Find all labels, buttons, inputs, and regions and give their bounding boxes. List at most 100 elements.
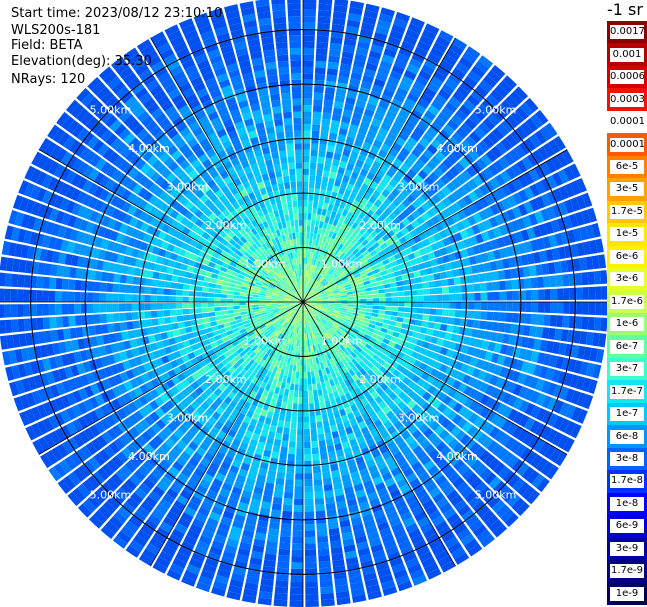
beta-cell	[312, 105, 323, 113]
beta-cell	[233, 305, 240, 310]
beta-cell	[289, 434, 297, 442]
beta-cell	[288, 389, 294, 397]
beta-cell	[126, 275, 134, 285]
beta-cell	[294, 486, 303, 493]
beta-cell	[404, 302, 412, 307]
beta-cell	[328, 451, 337, 459]
beta-cell	[157, 287, 164, 295]
beta-cell	[522, 266, 531, 278]
beta-cell	[531, 302, 539, 313]
beta-cell	[320, 131, 329, 139]
beta-cell	[285, 472, 295, 480]
beta-cell	[543, 314, 551, 326]
beta-cell	[317, 433, 325, 441]
beta-cell	[427, 274, 435, 282]
beta-cell	[314, 485, 323, 493]
beta-cell	[157, 317, 165, 325]
beta-cell	[376, 280, 384, 286]
beta-cell	[309, 175, 316, 182]
beta-cell	[535, 326, 544, 338]
beta-cell	[42, 317, 51, 330]
beta-cell	[290, 377, 296, 385]
beta-cell	[285, 479, 294, 487]
beta-cell	[319, 580, 333, 588]
beta-cell	[310, 156, 318, 163]
beta-cell	[466, 319, 474, 328]
beta-cell	[467, 284, 475, 293]
beta-cell	[491, 321, 499, 332]
beta-cell	[318, 144, 327, 152]
beta-cell	[359, 307, 367, 312]
beta-cell	[303, 35, 315, 42]
beta-cell	[499, 302, 507, 312]
beta-cell	[393, 270, 401, 277]
beta-cell	[118, 284, 126, 293]
beta-cell	[303, 174, 309, 182]
beta-cell	[314, 73, 326, 81]
beta-cell	[322, 477, 332, 486]
beta-cell	[158, 324, 167, 333]
beta-cell	[474, 292, 481, 301]
beta-cell	[169, 309, 177, 316]
beta-cell	[516, 267, 524, 278]
beta-cell	[298, 346, 301, 353]
beta-cell	[581, 316, 589, 330]
beta-cell	[315, 48, 328, 56]
beta-cell	[299, 371, 303, 379]
beta-cell	[587, 316, 595, 331]
beta-cell	[326, 183, 334, 192]
beta-cell	[549, 275, 557, 288]
beta-cell	[448, 294, 456, 301]
beta-cell	[529, 325, 537, 337]
beta-cell	[163, 288, 171, 296]
beta-cell	[283, 491, 294, 499]
beta-cell	[151, 279, 159, 287]
beta-cell	[291, 371, 296, 378]
beta-cell	[544, 289, 551, 301]
beta-cell	[275, 477, 285, 486]
beta-cell	[286, 376, 292, 384]
beta-cell	[318, 561, 331, 569]
beta-cell	[145, 278, 153, 287]
beta-cell	[324, 400, 331, 408]
beta-cell	[214, 293, 221, 298]
beta-cell	[55, 290, 62, 302]
beta-cell	[303, 168, 309, 176]
beta-cell	[468, 302, 475, 310]
beta-cell	[472, 274, 480, 283]
beta-cell	[543, 276, 551, 288]
beta-cell	[512, 290, 520, 301]
beta-cell	[312, 200, 319, 208]
beta-cell	[295, 467, 303, 474]
beta-cell	[233, 298, 240, 302]
beta-cell	[415, 283, 423, 290]
beta-cell	[139, 268, 148, 278]
beta-cell	[303, 340, 306, 347]
beta-cell	[132, 320, 140, 329]
beta-cell	[574, 272, 583, 286]
beta-cell	[214, 288, 222, 294]
beta-cell	[318, 150, 326, 158]
beta-cell	[93, 303, 100, 313]
beta-cell	[303, 181, 309, 188]
beta-cell	[285, 415, 292, 423]
beta-cell	[55, 316, 63, 328]
beta-cell	[196, 318, 204, 325]
beta-cell	[201, 286, 209, 293]
beta-cell	[252, 302, 259, 305]
beta-cell	[205, 327, 213, 334]
beta-cell	[480, 302, 488, 311]
beta-cell	[94, 270, 102, 281]
beta-cell	[220, 310, 228, 315]
beta-cell	[202, 317, 210, 324]
beta-cell	[293, 498, 303, 506]
beta-cell	[227, 286, 235, 292]
beta-cell	[303, 3, 317, 10]
beta-cell	[387, 325, 396, 331]
beta-cell	[595, 302, 602, 316]
beta-cell	[164, 316, 172, 324]
beta-cell	[327, 515, 338, 523]
beta-cell	[328, 177, 335, 186]
beta-cell	[582, 287, 589, 300]
beta-cell	[303, 85, 313, 93]
